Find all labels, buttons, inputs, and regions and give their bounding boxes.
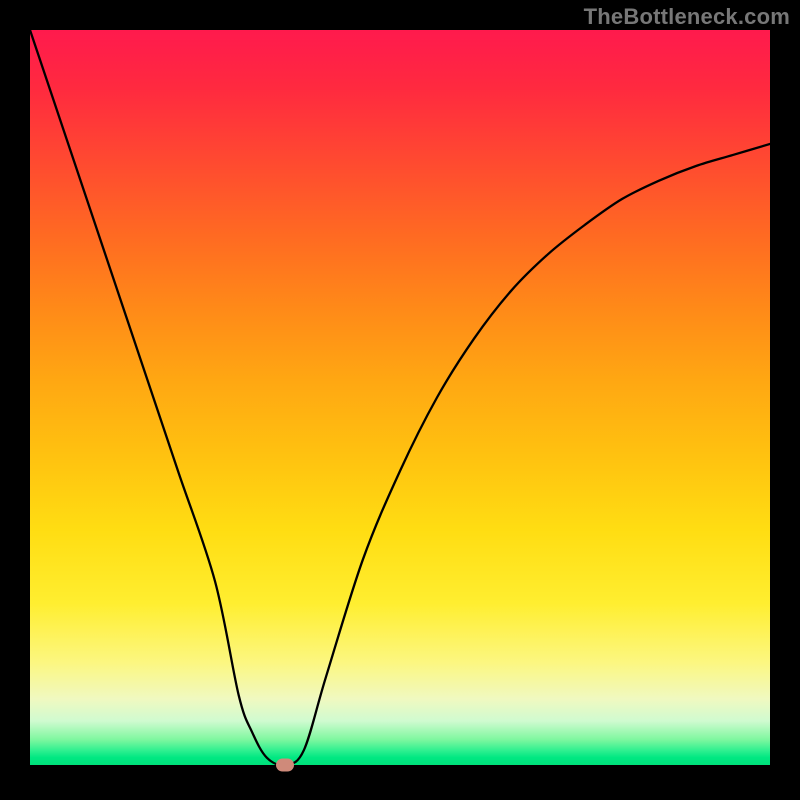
chart-plot-area: [30, 30, 770, 765]
minimum-marker: [276, 759, 294, 772]
watermark-text: TheBottleneck.com: [584, 4, 790, 30]
chart-curve: [30, 30, 770, 765]
